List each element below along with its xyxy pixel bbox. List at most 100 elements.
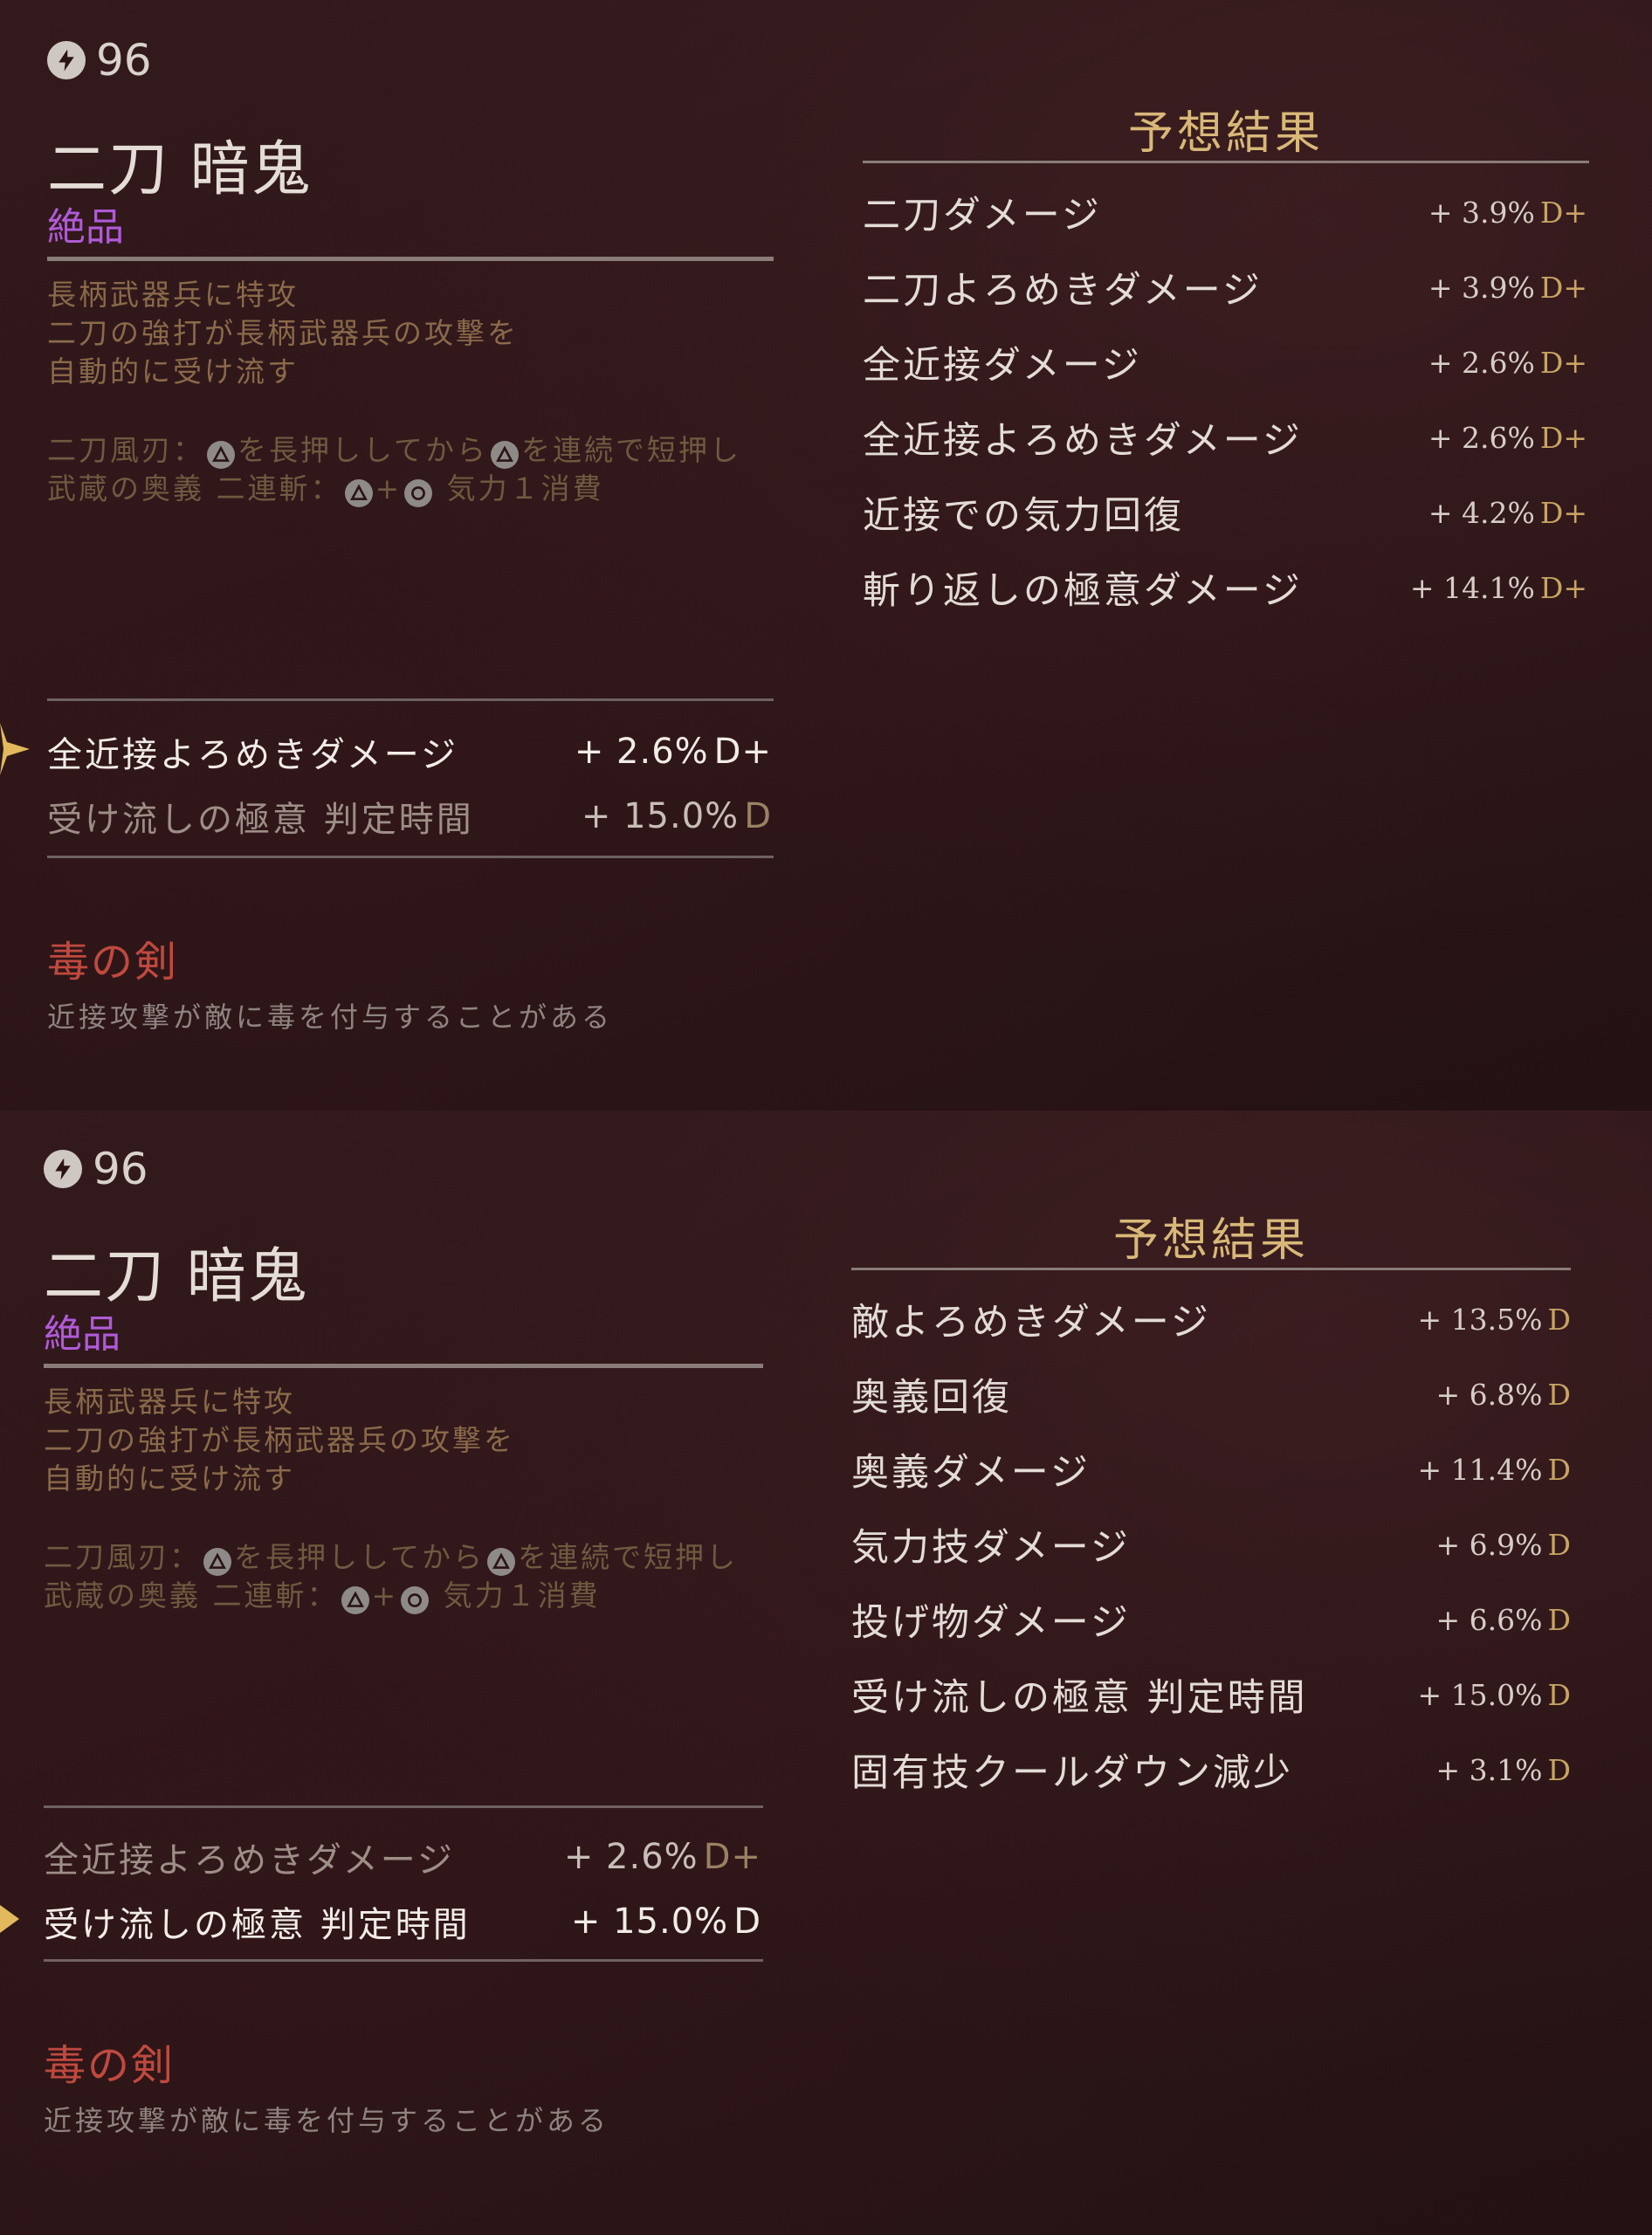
result-row: 近接での気力回復 + 4.2% D+ <box>863 485 1587 540</box>
stat-row-selected[interactable]: 受け流しの極意 判定時間 + 15.0% D <box>44 1896 761 1947</box>
stat-label: 全近接よろめきダメージ <box>47 735 458 775</box>
description-line: 自動的に受け流す <box>47 354 299 389</box>
effect-title: 毒の剣 <box>44 2041 176 2090</box>
result-row: 二刀ダメージ + 3.9% D+ <box>863 185 1587 239</box>
selection-pointer-icon <box>0 1905 19 1933</box>
result-title: 予想結果 <box>1112 1214 1309 1267</box>
result-value: + 3.9% <box>1428 195 1535 230</box>
effect-title: 毒の剣 <box>47 938 179 987</box>
lightning-icon <box>44 1150 82 1188</box>
weapon-name: 二刀 暗鬼 <box>44 1242 309 1311</box>
stat-label: 全近接よろめきダメージ <box>44 1840 455 1881</box>
result-row: 敵よろめきダメージ + 13.5% D <box>851 1292 1571 1346</box>
result-grade: D <box>1547 1302 1571 1337</box>
skill-2-prefix: 武蔵の奥義 二連斬： <box>44 1578 339 1613</box>
skill-line-1: 二刀風刃： を長押ししてから を連続で短押し <box>47 431 741 470</box>
weapon-rarity: 絶品 <box>47 205 124 250</box>
stat-row[interactable]: 全近接よろめきダメージ + 2.6% D+ <box>44 1832 761 1882</box>
selection-pointer-icon <box>0 723 30 775</box>
stat-row-selected[interactable]: 全近接よろめきダメージ + 2.6% D+ <box>47 726 772 777</box>
result-value: + 4.2% <box>1428 495 1535 530</box>
result-value: + 6.6% <box>1435 1602 1543 1637</box>
skill-2-prefix: 武蔵の奥義 二連斬： <box>47 471 342 505</box>
result-grade: D <box>1547 1677 1571 1712</box>
result-value: + 13.5% <box>1417 1302 1543 1337</box>
result-label: 奥義ダメージ <box>851 1451 1091 1495</box>
divider <box>44 1959 763 1962</box>
result-title: 予想結果 <box>1127 107 1324 160</box>
divider <box>47 856 774 858</box>
description-line: 二刀の強打が長柄武器兵の攻撃を <box>47 316 519 350</box>
result-row: 奥義回復 + 6.8% D <box>851 1367 1571 1421</box>
stat-label: 受け流しの極意 判定時間 <box>47 800 474 840</box>
stat-row[interactable]: 受け流しの極意 判定時間 + 15.0% D <box>47 791 772 842</box>
stat-label: 受け流しの極意 判定時間 <box>44 1905 471 1945</box>
result-row: 奥義ダメージ + 11.4% D <box>851 1442 1571 1496</box>
skill-2-plus: + <box>371 1578 399 1613</box>
result-label: 二刀よろめきダメージ <box>863 269 1263 313</box>
result-row: 全近接ダメージ + 2.6% D+ <box>863 335 1587 389</box>
description-line: 長柄武器兵に特攻 <box>47 278 299 312</box>
result-label: 奥義回復 <box>851 1376 1012 1420</box>
stat-grade: D+ <box>703 1837 761 1877</box>
weapon-description: 長柄武器兵に特攻 二刀の強打が長柄武器兵の攻撃を 自動的に受け流す <box>44 1383 515 1498</box>
result-label: 敵よろめきダメージ <box>851 1301 1211 1344</box>
result-grade: D <box>1547 1602 1571 1637</box>
result-grade: D+ <box>1539 195 1587 230</box>
skill-1-suffix: を連続で短押し <box>518 1540 739 1574</box>
divider <box>47 257 774 261</box>
skill-1-mid: を長押ししてから <box>234 1540 485 1574</box>
circle-button-icon <box>404 479 433 507</box>
divider <box>44 1364 763 1368</box>
stat-value: + 2.6% <box>563 1837 699 1877</box>
effect-description: 近接攻撃が敵に毒を付与することがある <box>44 2104 610 2137</box>
result-value: + 6.8% <box>1435 1377 1543 1412</box>
divider <box>851 1268 1571 1270</box>
result-grade: D+ <box>1539 570 1587 605</box>
triangle-button-icon <box>203 1548 231 1576</box>
result-value: + 6.9% <box>1435 1527 1543 1562</box>
result-label: 二刀ダメージ <box>863 194 1102 237</box>
description-line: 二刀の強打が長柄武器兵の攻撃を <box>44 1423 515 1457</box>
result-row: 投げ物ダメージ + 6.6% D <box>851 1592 1571 1647</box>
result-grade: D+ <box>1539 420 1587 455</box>
result-value: + 15.0% <box>1417 1677 1543 1712</box>
skill-2-plus: + <box>375 471 403 505</box>
stat-grade: D+ <box>713 732 772 772</box>
result-value: + 3.9% <box>1428 270 1535 305</box>
result-label: 近接での気力回復 <box>863 494 1184 538</box>
result-row: 気力技ダメージ + 6.9% D <box>851 1517 1571 1571</box>
result-grade: D <box>1547 1377 1571 1412</box>
result-row: 受け流しの極意 判定時間 + 15.0% D <box>851 1668 1571 1722</box>
skill-2-suffix: 気力１消費 <box>435 471 604 505</box>
skill-1-prefix: 二刀風刃： <box>44 1540 201 1574</box>
result-label: 気力技ダメージ <box>851 1526 1131 1570</box>
stat-value: + 15.0% <box>570 1901 729 1942</box>
result-row: 二刀よろめきダメージ + 3.9% D+ <box>863 260 1587 314</box>
result-grade: D+ <box>1539 495 1587 530</box>
result-label: 投げ物ダメージ <box>851 1601 1131 1645</box>
level-value: 96 <box>93 1144 148 1194</box>
effect-description: 近接攻撃が敵に毒を付与することがある <box>47 1001 614 1034</box>
stat-grade: D <box>744 796 772 836</box>
weapon-description: 長柄武器兵に特攻 二刀の強打が長柄武器兵の攻撃を 自動的に受け流す <box>47 276 519 391</box>
triangle-button-icon <box>487 1548 516 1576</box>
lightning-icon <box>47 41 86 79</box>
weapon-panel-1: 96 二刀 暗鬼 絶品 長柄武器兵に特攻 二刀の強打が長柄武器兵の攻撃を 自動的… <box>0 0 1652 1111</box>
result-grade: D <box>1547 1527 1571 1562</box>
result-label: 斬り返しの極意ダメージ <box>863 569 1303 613</box>
result-row: 固有技クールダウン減少 + 3.1% D <box>851 1743 1571 1797</box>
triangle-button-icon <box>207 441 235 469</box>
description-line: 自動的に受け流す <box>44 1461 295 1496</box>
divider <box>44 1805 763 1808</box>
result-label: 受け流しの極意 判定時間 <box>851 1676 1308 1720</box>
skill-1-prefix: 二刀風刃： <box>47 433 204 467</box>
circle-button-icon <box>401 1586 430 1614</box>
result-value: + 2.6% <box>1428 420 1535 455</box>
result-value: + 2.6% <box>1428 345 1535 380</box>
divider <box>47 698 774 701</box>
result-label: 全近接よろめきダメージ <box>863 419 1303 463</box>
weapon-rarity: 絶品 <box>44 1312 120 1357</box>
skill-1-mid: を長押ししてから <box>237 433 489 467</box>
weapon-panel-2: 96 二刀 暗鬼 絶品 長柄武器兵に特攻 二刀の強打が長柄武器兵の攻撃を 自動的… <box>0 1111 1652 2235</box>
